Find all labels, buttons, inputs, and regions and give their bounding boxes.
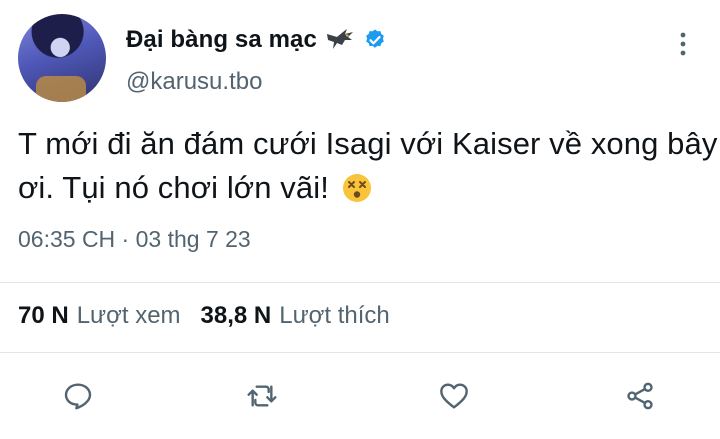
avatar[interactable]	[18, 14, 106, 102]
user-handle[interactable]: @karusu.tbo	[126, 68, 262, 96]
display-name[interactable]: Đại bàng sa mạc	[126, 26, 317, 54]
share-button[interactable]	[622, 378, 658, 414]
eagle-icon	[326, 29, 353, 49]
tweet-stats: 70 N Lượt xem 38,8 N Lượt thích	[18, 302, 402, 330]
tweet-text: T mới đi ăn đám cưới Isagi với Kaiser về…	[18, 122, 718, 210]
share-icon	[627, 382, 653, 410]
views-count[interactable]: 70 N	[18, 302, 69, 330]
reply-button[interactable]	[60, 378, 96, 414]
divider	[0, 352, 720, 353]
retweet-button[interactable]	[244, 378, 280, 414]
verified-badge-icon	[366, 29, 384, 48]
tweet-timestamp[interactable]: 06:35 CH · 03 thg 7 23	[18, 226, 251, 253]
reply-icon	[64, 383, 92, 410]
like-button[interactable]	[436, 378, 472, 414]
likes-label[interactable]: Lượt thích	[279, 302, 390, 330]
likes-count[interactable]: 38,8 N	[201, 302, 272, 330]
heart-icon	[440, 383, 468, 409]
retweet-icon	[247, 385, 277, 407]
views-label[interactable]: Lượt xem	[77, 302, 181, 330]
more-vertical-icon[interactable]	[676, 30, 690, 58]
divider	[0, 282, 720, 283]
author-name-row: Đại bàng sa mạc	[126, 26, 387, 54]
dizzy-face-emoji	[342, 174, 371, 202]
